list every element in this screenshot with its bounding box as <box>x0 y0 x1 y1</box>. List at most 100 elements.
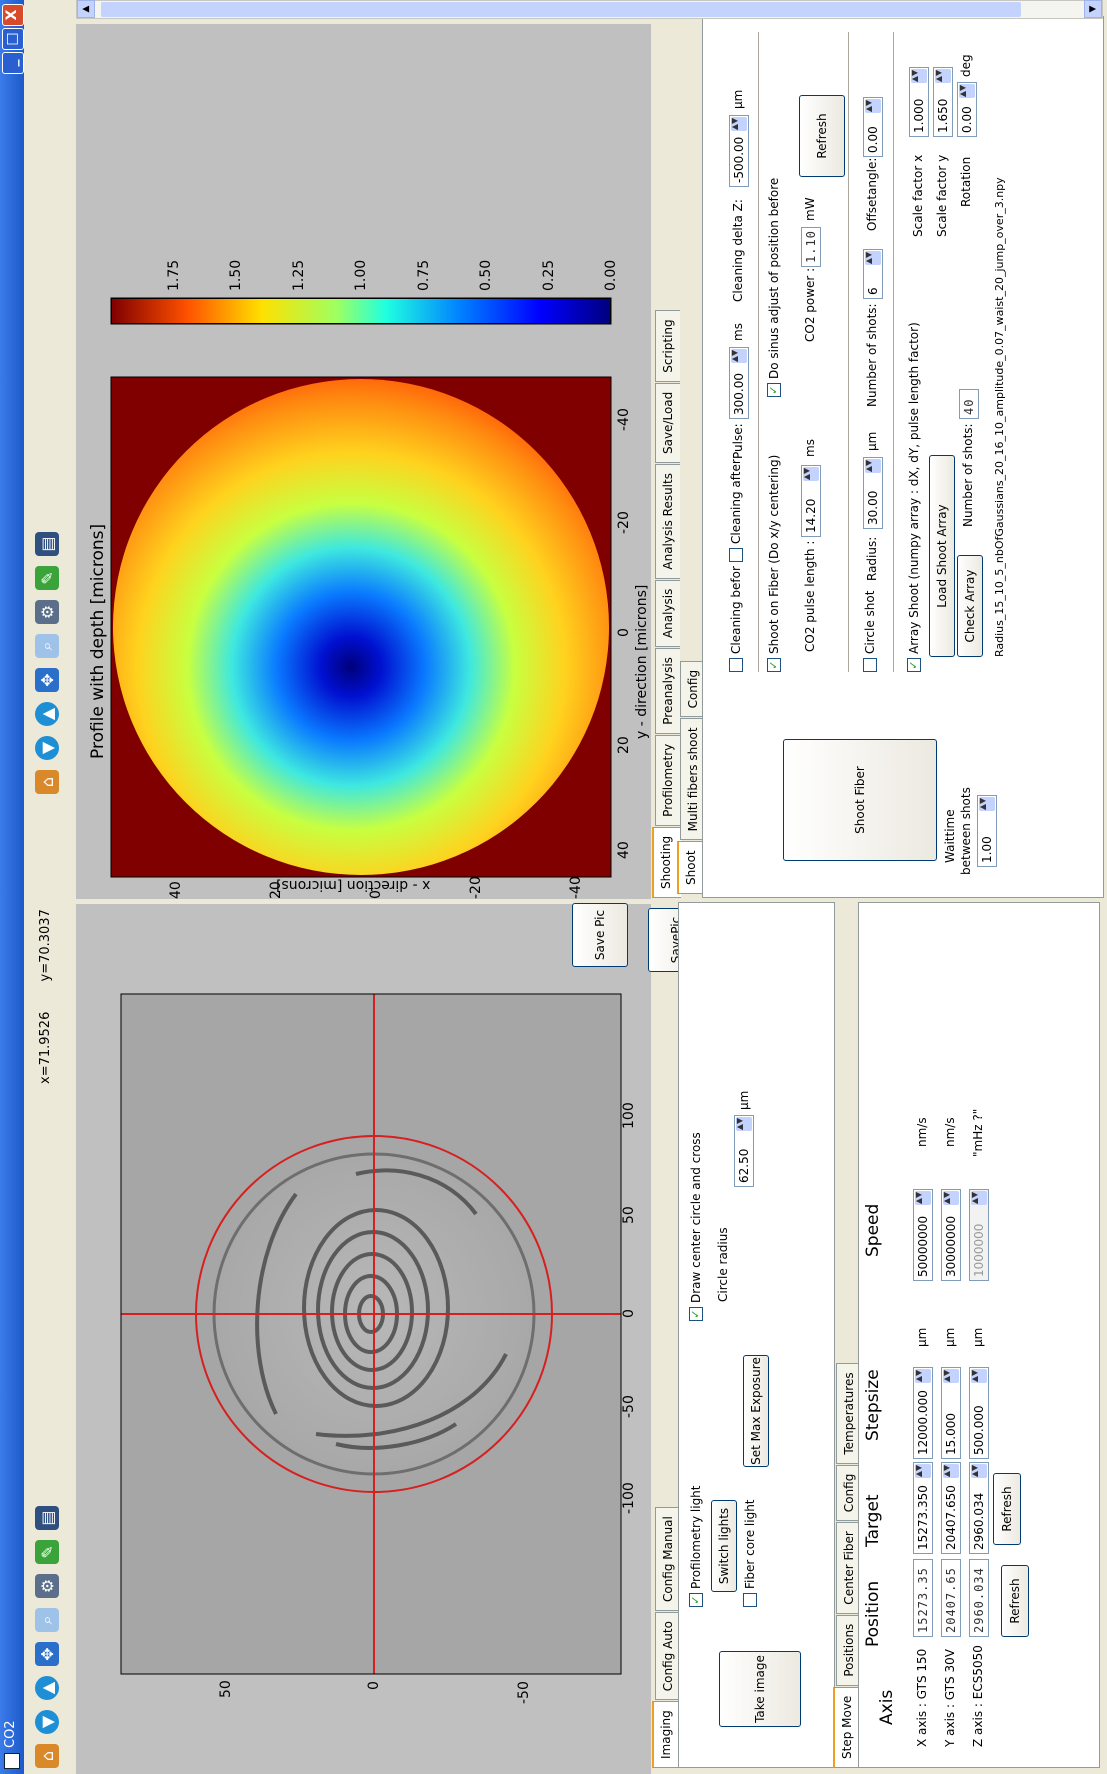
cleaning-delta-label: Cleaning delta Z: <box>731 199 745 302</box>
home-icon[interactable]: ⌂ <box>35 1744 59 1768</box>
profilometry-light-checkbox[interactable]: ✓ Profilometry light <box>689 1486 703 1607</box>
tab-config-auto[interactable]: Config Auto <box>655 1612 680 1701</box>
array-number-of-shots-label: Number of shots: <box>961 423 975 527</box>
arrow-up-icon[interactable]: ▲ <box>35 1676 59 1700</box>
arrow-up-icon[interactable]: ▲ <box>35 702 59 726</box>
scroll-up-button[interactable]: ▲ <box>77 0 95 18</box>
check-array-button[interactable]: Check Array <box>957 555 983 657</box>
tab-save-load[interactable]: Save/Load <box>655 382 680 464</box>
refresh-positions-button[interactable]: Refresh <box>1001 1565 1029 1637</box>
tab-profilometry[interactable]: Profilometry <box>655 734 680 826</box>
colorbar-tick-label: 1.25 <box>290 259 307 291</box>
y-position-value: 20407.65 <box>941 1559 961 1637</box>
save-icon[interactable]: ▤ <box>35 1506 59 1530</box>
scale-y-spinbox[interactable]: 1.650 ▲▼ <box>933 67 953 137</box>
maximize-button[interactable]: □ <box>2 28 24 50</box>
colorbar-tick-label: 0.50 <box>478 259 494 291</box>
colorbar-tick-label: 1.75 <box>165 259 182 291</box>
configure-icon[interactable]: ⚙ <box>35 1574 59 1598</box>
colorbar <box>110 297 612 325</box>
x-tick-label: 0 <box>368 890 384 899</box>
tab-analysis[interactable]: Analysis <box>655 579 680 648</box>
z-speed-unit: "mHz ?" <box>971 1108 985 1157</box>
take-image-button[interactable]: Take image <box>719 1651 801 1727</box>
number-of-shots-spinbox[interactable]: 6 ▲▼ <box>863 249 883 299</box>
x-tick-label: 40 <box>168 881 184 899</box>
tab-analysis-results[interactable]: Analysis Results <box>655 464 680 579</box>
cleaning-after-checkbox[interactable]: Cleaning after <box>729 459 743 562</box>
set-max-exposure-button[interactable]: Set Max Exposure <box>743 1355 769 1467</box>
arrow-down-icon[interactable]: ▼ <box>35 736 59 760</box>
fiber-core-light-checkbox[interactable]: Fiber core light <box>743 1499 757 1607</box>
shoot-pane: Shoot Fiber Waittime between shots 1.00 ▲… <box>702 16 1104 898</box>
close-button[interactable]: X <box>2 4 24 26</box>
shoot-fiber-button[interactable]: Shoot Fiber <box>783 739 937 861</box>
x-stepsize-spinbox[interactable]: 12000.000 ▲▼ <box>913 1367 933 1459</box>
sinus-adjust-checkbox[interactable]: ✓ Do sinus adjust of position before <box>767 178 781 397</box>
z-axis-label: Z axis : ECS5050 <box>971 1645 985 1747</box>
vertical-scrollbar[interactable]: ▲ ▼ <box>76 0 1103 19</box>
x-tick-label: -50 <box>621 1395 637 1418</box>
tab-scripting[interactable]: Scripting <box>655 310 680 382</box>
save-profile-pic-button[interactable]: Save Pic <box>572 903 628 967</box>
zoom-icon[interactable]: ⌕ <box>35 634 59 658</box>
move-icon[interactable]: ✥ <box>35 1642 59 1666</box>
rotation-spinbox[interactable]: 0.00 ▲▼ <box>957 82 977 137</box>
y-stepsize-spinbox[interactable]: 15.000 ▲▼ <box>941 1367 961 1459</box>
minimize-button[interactable]: _ <box>2 52 24 74</box>
camera-image[interactable] <box>76 904 651 1774</box>
x-speed-unit: nm/s <box>915 1117 929 1147</box>
x-tick-label: -20 <box>468 876 484 899</box>
imaging-pane: Take image ✓ Profilometry light Switch li… <box>678 902 835 1768</box>
offset-angle-spinbox[interactable]: 0.00 ▲▼ <box>863 97 883 157</box>
position-header: Position <box>863 1580 883 1647</box>
waittime-label-2: between shots <box>959 787 973 875</box>
edit-curve-icon[interactable]: ✎ <box>35 566 59 590</box>
z-target-spinbox[interactable]: 2960.034 ▲▼ <box>969 1462 989 1554</box>
edit-curve-icon[interactable]: ✎ <box>35 1540 59 1564</box>
x-target-spinbox[interactable]: 15273.350 ▲▼ <box>913 1462 933 1554</box>
array-filename: Radius_15_10_5_nbOfGaussians_20_16_10_am… <box>993 177 1006 657</box>
camera-image-panel: -100 -50 0 50 100 50 0 -50 SavePic <box>76 904 704 1774</box>
cleaning-before-checkbox[interactable]: Cleaning befor <box>729 566 743 672</box>
x-speed-spinbox[interactable]: 50000000 ▲▼ <box>913 1189 933 1281</box>
shoot-on-fiber-checkbox[interactable]: ✓ Shoot on Fiber (Do x/y centering) <box>767 455 781 672</box>
tab-preanalysis[interactable]: Preanalysis <box>655 648 680 734</box>
co2-pulse-spinbox[interactable]: 14.20 ▲▼ <box>801 465 821 537</box>
switch-lights-button[interactable]: Switch lights <box>711 1500 737 1592</box>
configure-icon[interactable]: ⚙ <box>35 600 59 624</box>
colorbar-gradient <box>111 298 611 324</box>
y-tick-label: -50 <box>516 1681 532 1704</box>
y-speed-spinbox[interactable]: 30000000 ▲▼ <box>941 1189 961 1281</box>
pulse-spinbox[interactable]: 300.00 ▲▼ <box>729 347 749 419</box>
load-shoot-array-button[interactable]: Load Shoot Array <box>929 455 955 657</box>
arrow-down-icon[interactable]: ▼ <box>35 1710 59 1734</box>
z-unit: µm <box>971 1327 985 1347</box>
radius-spinbox[interactable]: 30.00 ▲▼ <box>863 457 883 529</box>
refresh-targets-button[interactable]: Refresh <box>993 1473 1021 1545</box>
scrollbar-thumb[interactable] <box>101 2 1021 17</box>
save-icon[interactable]: ▤ <box>35 532 59 556</box>
cleaning-delta-spinbox[interactable]: -500.00 ▲▼ <box>729 115 749 187</box>
number-of-shots-label: Number of shots: <box>865 303 879 407</box>
scroll-down-button[interactable]: ▼ <box>1084 0 1102 18</box>
zoom-icon[interactable]: ⌕ <box>35 1608 59 1632</box>
main-tabs: Shooting Profilometry Preanalysis Analys… <box>652 309 681 898</box>
draw-center-checkbox[interactable]: ✓ Draw center circle and cross <box>689 1132 703 1321</box>
tab-config-manual[interactable]: Config Manual <box>655 1507 680 1612</box>
home-icon[interactable]: ⌂ <box>35 770 59 794</box>
circle-shot-checkbox[interactable]: Circle shot <box>863 591 877 672</box>
y-speed-unit: nm/s <box>943 1117 957 1147</box>
circle-radius-spinbox[interactable]: 62.50 ▲▼ <box>734 1115 754 1187</box>
move-icon[interactable]: ✥ <box>35 668 59 692</box>
array-shoot-checkbox[interactable]: ✓ Array Shoot (numpy array : dX, dY, puls… <box>907 322 921 672</box>
y-target-spinbox[interactable]: 20407.650 ▲▼ <box>941 1462 961 1554</box>
refresh-power-button[interactable]: Refresh <box>799 95 845 177</box>
z-stepsize-spinbox[interactable]: 500.000 ▲▼ <box>969 1367 989 1459</box>
coordinates-readout: x=71.9526 y=70.3037 <box>38 909 53 1084</box>
x-unit: µm <box>915 1327 929 1347</box>
waittime-spinbox[interactable]: 1.00 ▲▼ <box>977 795 997 867</box>
scale-x-spinbox[interactable]: 1.000 ▲▼ <box>909 67 929 137</box>
tab-imaging[interactable]: Imaging <box>652 1701 681 1768</box>
y-axis-label: Y axis : GTS 30V <box>943 1649 957 1747</box>
